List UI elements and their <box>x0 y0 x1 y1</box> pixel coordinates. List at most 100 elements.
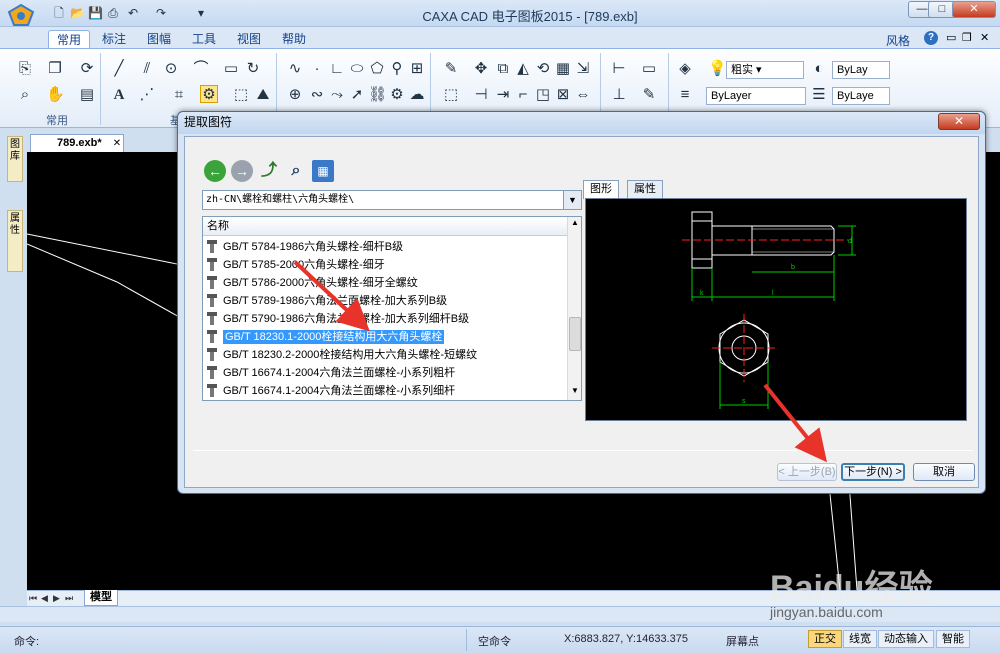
tab-common[interactable]: 常用 <box>48 30 91 49</box>
arrow-icon[interactable]: ➚ <box>348 86 366 104</box>
linetype-combo[interactable]: ByLayer <box>706 87 806 105</box>
list-item[interactable]: GB/T 5790-1986六角法兰面螺栓-加大系列细杆B级 <box>203 310 567 328</box>
library-icon[interactable]: ⚙ <box>200 85 218 103</box>
trim-icon[interactable]: ⬚ <box>442 86 460 104</box>
print-icon[interactable]: ⎙ <box>106 6 120 20</box>
cloud-icon[interactable]: ☁ <box>408 86 426 104</box>
ribbon-minimize-icon[interactable]: ▭ <box>946 31 956 44</box>
redo-icon[interactable]: ↷ <box>154 6 168 20</box>
new-drawing-icon[interactable]: ⎘ <box>16 60 34 78</box>
tab-view[interactable]: 视图 <box>229 30 269 49</box>
view-mode-icon[interactable]: ▦ <box>312 160 334 182</box>
layer-manager-icon[interactable]: ◈ <box>676 60 694 78</box>
dynamic-input-toggle[interactable]: 动态输入 <box>878 630 934 648</box>
next-step-button[interactable]: 下一步(N) > <box>841 463 905 481</box>
array-icon[interactable]: ▦ <box>554 60 572 78</box>
caxa-logo-icon[interactable] <box>6 3 36 27</box>
line-icon[interactable]: ╱ <box>110 60 128 78</box>
list-item[interactable]: GB/T 16674.1-2004六角法兰面螺栓-小系列细杆 <box>203 382 567 400</box>
hatch-icon[interactable]: ⌗ <box>170 86 188 104</box>
layer-combo[interactable]: 粗实 ▾ <box>726 61 804 79</box>
close-window-button[interactable]: ✕ <box>952 1 996 18</box>
forward-icon[interactable]: → <box>231 160 253 182</box>
scroll-up-icon[interactable]: ▲ <box>569 218 581 230</box>
up-folder-icon[interactable]: ⤴ <box>258 160 280 182</box>
new-file-icon[interactable]: 🗋 <box>52 6 66 20</box>
layer-icon[interactable]: ▤ <box>78 86 96 104</box>
lineweight-icon[interactable]: ≡ <box>676 86 694 104</box>
list-item[interactable]: GB/T 18230.1-2000栓接结构用大六角头螺栓 <box>203 328 567 346</box>
dialog-close-button[interactable]: ✕ <box>938 113 980 130</box>
zoom-icon[interactable]: ⌕ <box>16 86 34 104</box>
wave-line-icon[interactable]: ∾ <box>308 86 326 104</box>
dock-tab-properties[interactable]: 属性 <box>7 210 23 272</box>
circle-icon[interactable]: ⊙ <box>162 60 180 78</box>
next-tab-icon[interactable]: ▶ <box>53 593 60 604</box>
list-item[interactable]: GB/T 5785-2000六角头螺栓-细牙 <box>203 256 567 274</box>
tab-tools[interactable]: 工具 <box>184 30 224 49</box>
tab-annotate[interactable]: 标注 <box>94 30 134 49</box>
list-header-name[interactable]: 名称 <box>203 217 567 236</box>
list-scrollbar[interactable]: ▲ ▼ <box>567 217 581 400</box>
save-icon[interactable]: 💾 <box>88 6 103 20</box>
polygon-icon[interactable]: ⬠ <box>368 60 386 78</box>
erase-icon[interactable]: ✎ <box>442 60 460 78</box>
style-menu[interactable]: 风格 <box>886 32 910 49</box>
rectangle-icon[interactable]: ▭ <box>222 60 240 78</box>
copy-object-icon[interactable]: ⧉ <box>494 60 512 78</box>
list-item[interactable]: GB/T 5789-1986六角法兰面螺栓-加大系列B级 <box>203 292 567 310</box>
scroll-thumb[interactable] <box>569 317 581 351</box>
parallel-line-icon[interactable]: ⫽ <box>138 60 156 78</box>
scale-icon[interactable]: ⇲ <box>574 60 592 78</box>
path-dropdown-icon[interactable]: ▼ <box>563 190 582 210</box>
arc-icon[interactable]: ⌒ <box>192 60 210 78</box>
break-icon[interactable]: ⊣ <box>472 86 490 104</box>
explode-icon[interactable]: ⊠ <box>554 86 572 104</box>
extend-icon[interactable]: ⇥ <box>494 86 512 104</box>
gear-icon[interactable]: ⚙ <box>388 86 406 104</box>
tab-sheet[interactable]: 图幅 <box>139 30 179 49</box>
help-icon[interactable]: ? <box>924 31 938 45</box>
coordinate-dim-icon[interactable]: ⊥ <box>610 86 628 104</box>
list-item[interactable]: GB/T 16674.1-2004六角法兰面螺栓-小系列粗杆 <box>203 364 567 382</box>
prev-step-button[interactable]: < 上一步(B) <box>777 463 837 481</box>
undo-icon[interactable]: ↶ <box>126 6 140 20</box>
symbol-icon[interactable]: ⚲ <box>388 60 406 78</box>
move-icon[interactable]: ✥ <box>472 60 490 78</box>
tab-graphic[interactable]: 图形 <box>583 180 619 199</box>
prev-tab-icon[interactable]: ◀ <box>41 593 48 604</box>
customize-quickaccess-icon[interactable]: ▾ <box>194 6 208 20</box>
linestyle-icon[interactable]: ☰ <box>810 86 828 104</box>
refresh-icon[interactable]: ⟳ <box>78 60 96 78</box>
chain-icon[interactable]: ⛓ <box>368 86 387 104</box>
dimension-icon[interactable]: ⊢ <box>610 60 628 78</box>
ribbon-restore-icon[interactable]: ❐ <box>962 31 972 44</box>
fillet-icon[interactable]: ⌐ <box>514 86 532 104</box>
layer-state-icon[interactable]: 💡 <box>708 60 727 78</box>
rotate-object-icon[interactable]: ⟲ <box>534 60 552 78</box>
text-box-icon[interactable]: ▭ <box>640 60 658 78</box>
scroll-down-icon[interactable]: ▼ <box>569 386 581 398</box>
first-tab-icon[interactable]: ⏮ <box>29 593 37 604</box>
block-icon[interactable]: ⬚ <box>232 86 250 104</box>
list-item[interactable]: GB/T 5784-1986六角头螺栓-细杆B级 <box>203 238 567 256</box>
dock-tab-library[interactable]: 图库 <box>7 136 23 182</box>
text-icon[interactable]: A <box>110 86 128 104</box>
copy-icon[interactable]: ❐ <box>46 60 64 78</box>
ellipse-icon[interactable]: ⬭ <box>348 60 366 78</box>
centerline-icon[interactable]: ⋰ <box>138 86 156 104</box>
model-tab[interactable]: 模型 <box>84 590 118 606</box>
angle-line-icon[interactable]: ∟ <box>328 60 346 78</box>
point-icon[interactable]: · <box>308 60 326 78</box>
double-break-icon[interactable]: ⤳ <box>328 86 346 104</box>
insert-icon[interactable]: ⊞ <box>408 60 426 78</box>
pan-icon[interactable]: ✋ <box>46 86 65 104</box>
chamfer-icon[interactable]: ◳ <box>534 86 552 104</box>
color-icon[interactable]: ◐ <box>810 60 828 78</box>
ortho-toggle[interactable]: 正交 <box>808 630 842 648</box>
snap-mode[interactable]: 屏幕点 <box>726 633 759 649</box>
color-combo[interactable]: ByLay <box>832 61 890 79</box>
document-tab-close-icon[interactable]: ✕ <box>113 138 121 149</box>
rotate-icon[interactable]: ↻ <box>244 60 262 78</box>
ribbon-close-icon[interactable]: ✕ <box>980 31 989 44</box>
